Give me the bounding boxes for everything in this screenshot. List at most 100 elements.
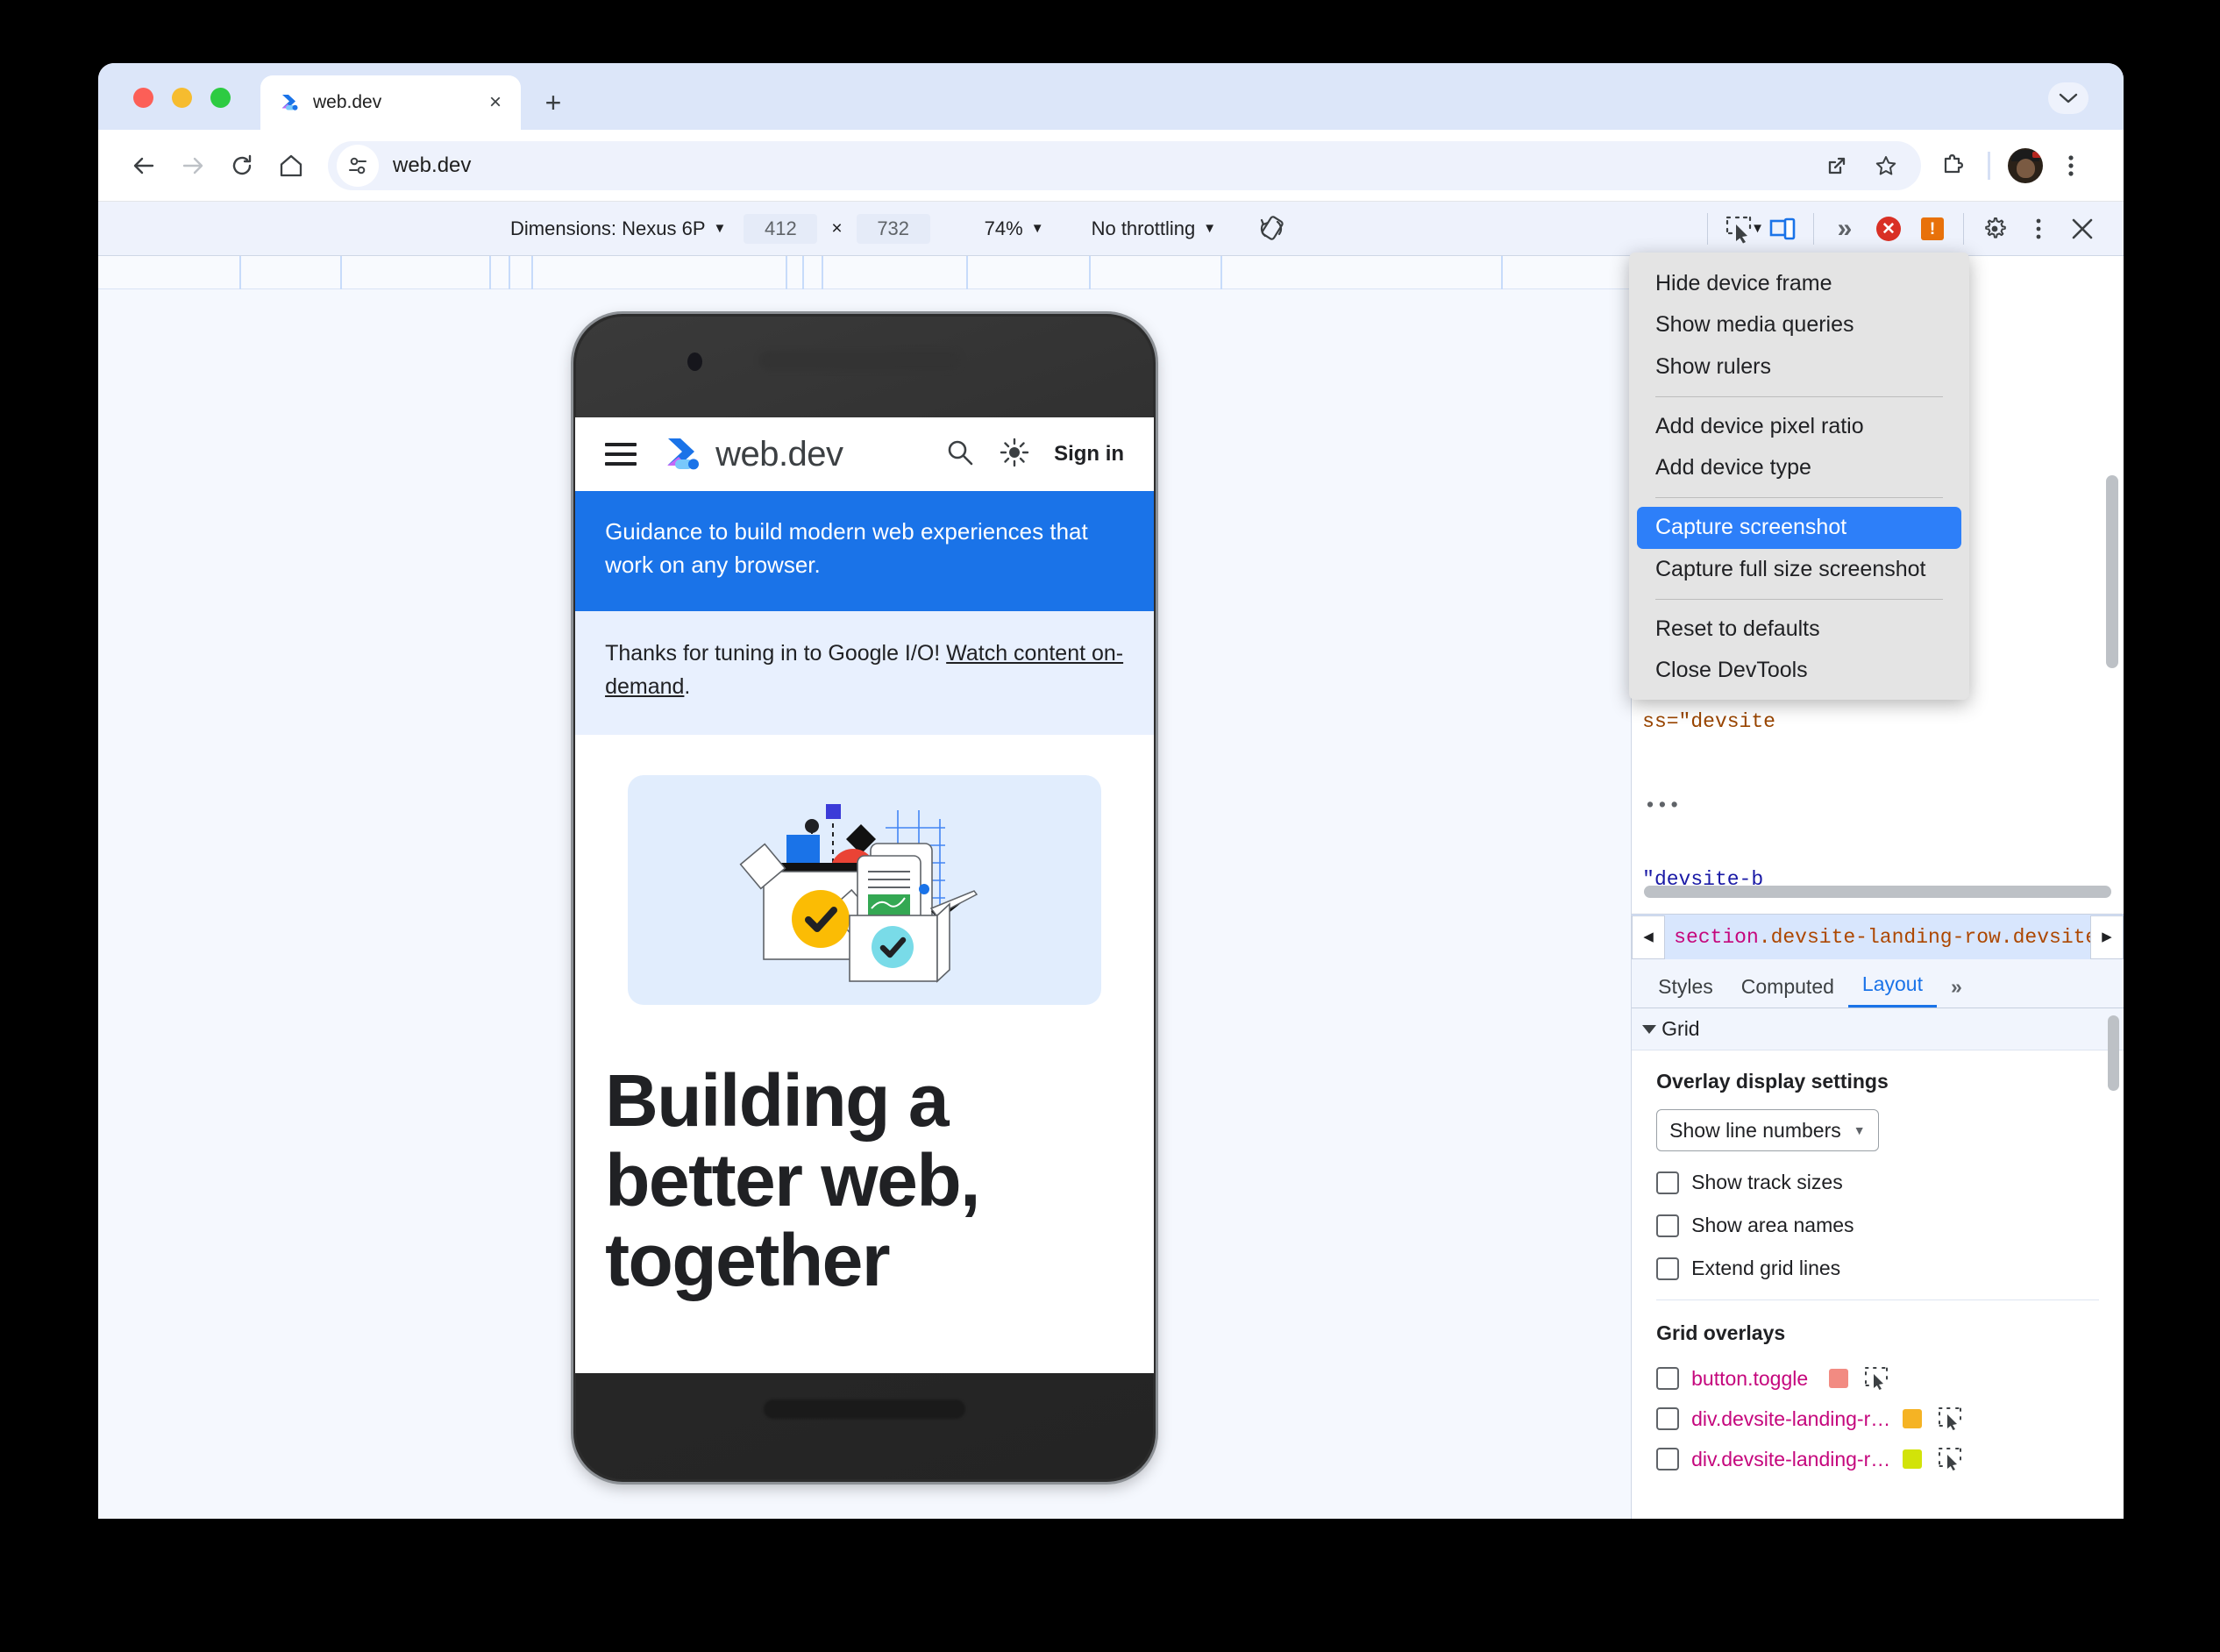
- devtools-kebab-icon[interactable]: [2017, 207, 2060, 251]
- media-query-bar[interactable]: [968, 256, 1091, 289]
- toolbar-divider: [1707, 213, 1708, 245]
- media-query-bar[interactable]: [98, 256, 241, 289]
- chevron-down-icon[interactable]: [2048, 82, 2088, 114]
- menu-item-reset-to-defaults[interactable]: Reset to defaults: [1629, 609, 1969, 650]
- show-area-names-row[interactable]: Show area names: [1656, 1214, 2099, 1237]
- grid-overlay-color-swatch[interactable]: [1829, 1369, 1849, 1388]
- star-icon[interactable]: [1863, 143, 1909, 189]
- back-button[interactable]: [119, 141, 168, 190]
- menu-item-show-rulers[interactable]: Show rulers: [1629, 346, 1969, 388]
- media-query-bar[interactable]: [804, 256, 823, 289]
- menu-item-add-device-pixel-ratio[interactable]: Add device pixel ratio: [1629, 406, 1969, 447]
- dom-ellipsis[interactable]: •••: [1644, 793, 1680, 819]
- media-query-bar[interactable]: [491, 256, 510, 289]
- maximize-window-button[interactable]: [210, 88, 231, 108]
- grid-overlay-row[interactable]: div.devsite-landing-r…: [1656, 1447, 2099, 1471]
- breadcrumb-next-button[interactable]: ▶: [2090, 915, 2124, 959]
- tab-overflow-icon[interactable]: »: [1937, 977, 1976, 1008]
- menu-item-hide-device-frame[interactable]: Hide device frame: [1629, 263, 1969, 304]
- show-area-names-checkbox[interactable]: [1656, 1214, 1680, 1237]
- dom-horizontal-scrollbar[interactable]: [1644, 886, 2111, 898]
- overlay-settings-title: Overlay display settings: [1656, 1070, 1889, 1093]
- media-query-bar[interactable]: [510, 256, 533, 289]
- address-bar[interactable]: web.dev: [328, 140, 1921, 190]
- media-query-bar[interactable]: [823, 256, 968, 289]
- browser-tab-webdev[interactable]: web.dev ×: [260, 75, 521, 130]
- avatar[interactable]: [2003, 143, 2048, 189]
- close-devtools-icon[interactable]: [2060, 207, 2104, 251]
- grid-overlay-checkbox[interactable]: [1656, 1407, 1680, 1430]
- show-track-sizes-checkbox[interactable]: [1656, 1171, 1680, 1194]
- grid-overlay-row[interactable]: button.toggle: [1656, 1366, 2099, 1391]
- show-track-sizes-row[interactable]: Show track sizes: [1656, 1171, 2099, 1194]
- tab-computed[interactable]: Computed: [1727, 977, 1848, 1008]
- layout-vertical-scrollbar[interactable]: [2108, 1015, 2119, 1091]
- viewport-width-input[interactable]: 412: [744, 213, 818, 244]
- show-area-names-label: Show area names: [1691, 1214, 1854, 1236]
- rotate-device-icon[interactable]: [1255, 212, 1288, 246]
- viewport-height-input[interactable]: 732: [856, 213, 930, 244]
- grid-overlay-color-swatch[interactable]: [1903, 1409, 1923, 1428]
- extend-grid-lines-row[interactable]: Extend grid lines: [1656, 1257, 2099, 1280]
- close-window-button[interactable]: [133, 88, 153, 108]
- hamburger-menu-icon[interactable]: [605, 443, 637, 466]
- throttling-dropdown[interactable]: No throttling ▼: [1083, 217, 1225, 240]
- grid-overlay-color-swatch[interactable]: [1903, 1449, 1923, 1469]
- grid-overlay-row[interactable]: div.devsite-landing-r…: [1656, 1406, 2099, 1431]
- media-query-bar[interactable]: [533, 256, 787, 289]
- layout-panel: Grid Overlay display settings Show line …: [1632, 1008, 2124, 1519]
- site-settings-icon[interactable]: [337, 144, 379, 187]
- grid-overlay-checkbox[interactable]: [1656, 1448, 1680, 1470]
- open-in-new-icon[interactable]: [1814, 143, 1860, 189]
- grid-overlay-checkbox[interactable]: [1656, 1367, 1680, 1390]
- grid-overlay-select-element-icon[interactable]: [1938, 1406, 1962, 1431]
- breadcrumb-prev-button[interactable]: ◀: [1632, 915, 1666, 959]
- more-panels-icon[interactable]: »: [1823, 207, 1867, 251]
- warning-badge[interactable]: !: [1910, 207, 1954, 251]
- grid-overlay-select-element-icon[interactable]: [1938, 1447, 1962, 1471]
- new-tab-button[interactable]: +: [537, 86, 570, 119]
- sign-in-button[interactable]: Sign in: [1054, 442, 1124, 466]
- tab-styles[interactable]: Styles: [1644, 977, 1727, 1008]
- home-icon[interactable]: [267, 141, 316, 190]
- menu-item-capture-full-size-screenshot[interactable]: Capture full size screenshot: [1629, 549, 1969, 590]
- media-query-bar[interactable]: [787, 256, 804, 289]
- media-query-bar[interactable]: [342, 256, 491, 289]
- extend-grid-lines-checkbox[interactable]: [1656, 1257, 1680, 1280]
- dom-vertical-scrollbar[interactable]: [2106, 475, 2118, 668]
- menu-item-add-device-type[interactable]: Add device type: [1629, 447, 1969, 488]
- zoom-dropdown[interactable]: 74% ▼: [976, 217, 1053, 240]
- gear-icon[interactable]: [1973, 207, 2017, 251]
- menu-item-capture-screenshot[interactable]: Capture screenshot: [1637, 507, 1961, 549]
- inspect-element-icon[interactable]: [1717, 207, 1761, 251]
- device-preset-dropdown[interactable]: Dimensions: Nexus 6P ▼: [502, 217, 735, 240]
- extensions-icon[interactable]: [1930, 143, 1975, 189]
- site-brand[interactable]: web.dev: [659, 431, 843, 477]
- device-viewport[interactable]: web.dev Sign in Guidance to build modern…: [575, 417, 1155, 1373]
- chevron-down-icon: ▼: [1030, 221, 1044, 236]
- forward-button[interactable]: [168, 141, 217, 190]
- three-dot-menu-icon[interactable]: [2048, 143, 2094, 189]
- sidebar-panel-tabs: Styles Computed Layout »: [1632, 959, 2124, 1008]
- menu-item-close-devtools[interactable]: Close DevTools: [1629, 650, 1969, 691]
- minimize-window-button[interactable]: [172, 88, 192, 108]
- breadcrumb[interactable]: ◀ section.devsite-landing-row.devsite ▶: [1632, 914, 2124, 959]
- close-tab-button[interactable]: ×: [484, 91, 507, 114]
- grid-section-header[interactable]: Grid: [1632, 1008, 2124, 1050]
- chevron-down-icon: [1642, 1024, 1657, 1034]
- show-track-sizes-label: Show track sizes: [1691, 1171, 1843, 1193]
- reload-button[interactable]: [217, 141, 267, 190]
- media-query-bar[interactable]: [241, 256, 342, 289]
- media-query-strip[interactable]: [98, 256, 1632, 289]
- grid-overlay-select-element-icon[interactable]: [1864, 1366, 1889, 1391]
- error-badge[interactable]: ✕: [1867, 207, 1910, 251]
- device-toolbar-icon[interactable]: [1761, 207, 1804, 251]
- media-query-bar[interactable]: [1091, 256, 1222, 289]
- line-numbers-select[interactable]: Show line numbers ▼: [1656, 1109, 1879, 1151]
- tab-layout[interactable]: Layout: [1847, 974, 1937, 1008]
- brightness-icon[interactable]: [1000, 438, 1029, 472]
- search-icon[interactable]: [945, 438, 975, 472]
- menu-item-show-media-queries[interactable]: Show media queries: [1629, 304, 1969, 345]
- media-query-bar[interactable]: [1222, 256, 1503, 289]
- toolbar-divider: [1988, 151, 1990, 180]
